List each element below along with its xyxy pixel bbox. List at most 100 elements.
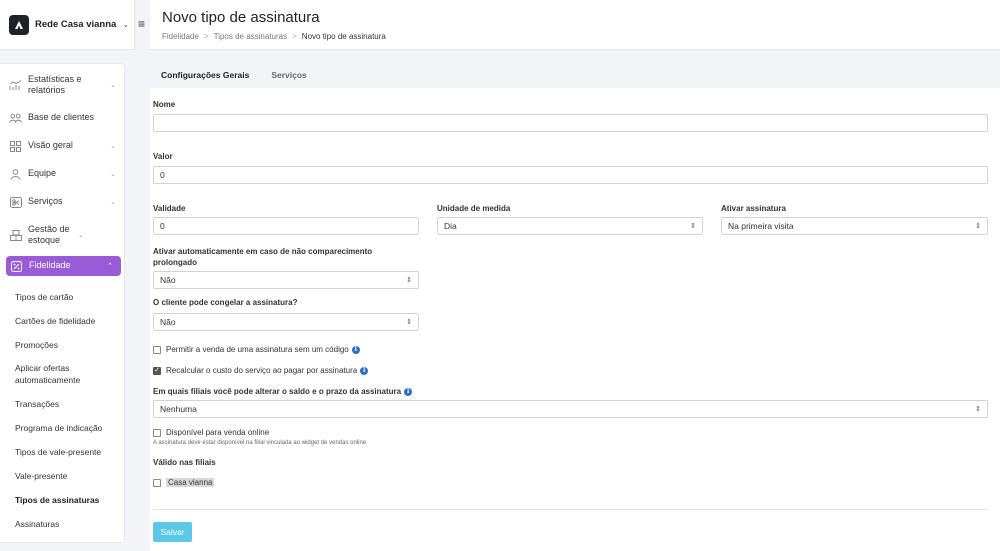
brand-logo-icon [9,14,29,35]
select-arrows-icon: ⇕ [406,319,412,326]
sidebar-item-servicos[interactable]: Serviços ⌄ [0,188,124,216]
info-icon[interactable]: i [360,366,369,375]
info-icon[interactable]: i [404,388,413,397]
sidebar-item-fidelidade[interactable]: Fidelidade ⌃ [6,256,121,276]
freeze-select[interactable]: Não ⇕ [153,313,419,331]
sidebar-subitem-vale-presente[interactable]: Vale-presente [0,464,124,488]
sidebar-subitem-tipos-cartao[interactable]: Tipos de cartão [0,285,124,309]
recalc-row: ✓ Recalcular o custo do serviço ao pagar… [153,366,369,375]
sidebar-item-equipe[interactable]: Equipe ⌄ [0,160,124,188]
sidebar-subitem-transacoes[interactable]: Transações [0,392,124,416]
sidebar-subitem-tipos-assinaturas[interactable]: Tipos de assinaturas [0,488,124,512]
save-button[interactable]: Salvar [153,522,192,542]
activate-label: Ativar assinatura [721,204,786,213]
online-row: Disponível para venda online [153,428,269,437]
form-panel: Nome Valor 0 Validade 0 Unidade de medid… [150,88,1000,551]
sidebar-subitem-tipos-vale-presente[interactable]: Tipos de vale-presente [0,440,124,464]
unit-select[interactable]: Dia ⇕ [437,217,703,235]
sidebar-item-label: Serviços [28,196,63,207]
value-label: Valor [153,152,173,161]
brand-name: Rede Casa vianna [35,19,117,30]
divider [153,509,988,510]
chevron-up-icon: ⌃ [107,263,113,270]
activate-select[interactable]: Na primeira visita ⇕ [721,217,988,235]
activate-select-value: Na primeira visita [728,221,794,231]
page-title: Novo tipo de assinatura [162,9,320,26]
sidebar-item-base-clientes[interactable]: Base de clientes [0,104,124,132]
select-arrows-icon: ⇕ [406,277,412,284]
auto-activate-select[interactable]: Não ⇕ [153,271,419,289]
allow-sale-row: Permitir a venda de uma assinatura sem u… [153,345,360,354]
allow-sale-label: Permitir a venda de uma assinatura sem u… [166,345,349,354]
sidebar-subitem-promocoes[interactable]: Promoções [0,333,124,357]
sidebar-subitem-cartoes-fidelidade[interactable]: Cartões de fidelidade [0,309,124,333]
branch-row: Casa vianna [153,478,215,487]
branches-select[interactable]: Nenhuma ⇕ [153,400,988,418]
brand-switcher[interactable]: Rede Casa vianna ⌄ [0,0,135,50]
name-input[interactable] [153,114,988,132]
auto-activate-select-value: Não [160,275,176,285]
branches-label-row: Em quais filiais você pode alterar o sal… [153,387,413,398]
unit-label: Unidade de medida [437,204,511,213]
sidebar: Estatísticas e relatórios ⌄ Base de clie… [0,63,125,543]
unit-select-value: Dia [444,221,457,231]
freeze-select-value: Não [160,317,176,327]
sidebar-item-visao-geral[interactable]: Visão geral ⌄ [0,132,124,160]
breadcrumb-separator-icon: > [292,32,297,41]
breadcrumb-link-fidelidade[interactable]: Fidelidade [162,32,199,41]
online-hint: A assinatura deve estar disponível na fi… [153,440,367,446]
scissors-icon [9,196,22,209]
sidebar-subitem-programa-indicacao[interactable]: Programa de indicação [0,416,124,440]
allow-sale-checkbox[interactable] [153,345,161,354]
person-icon [9,168,22,181]
sidebar-item-label: Gestão de estoque [28,223,70,245]
value-input[interactable]: 0 [153,166,988,184]
chevron-down-icon: ⌄ [122,20,130,29]
select-arrows-icon: ⇕ [975,406,981,413]
grid-icon [9,140,22,153]
online-label: Disponível para venda online [166,428,270,437]
online-checkbox[interactable] [153,428,161,437]
sidebar-item-label: Base de clientes [28,112,95,123]
name-label: Nome [153,100,176,109]
chevron-down-icon: ⌄ [110,143,116,150]
recalc-checkbox[interactable]: ✓ [153,366,161,375]
chevron-down-icon: ⌄ [110,171,116,178]
breadcrumb-separator-icon: > [203,32,209,41]
recalc-label: Recalcular o custo do serviço ao pagar p… [166,366,358,375]
chart-line-icon [9,79,22,92]
valid-branches-label: Válido nas filiais [153,458,216,467]
breadcrumb: Fidelidade > Tipos de assinaturas > Novo… [162,32,1000,41]
info-icon[interactable]: i [351,345,360,354]
sidebar-subitem-aplicar-ofertas[interactable]: Aplicar ofertas automaticamente [0,357,124,392]
breadcrumb-current: Novo tipo de assinatura [301,32,386,41]
sidebar-item-estatisticas[interactable]: Estatísticas e relatórios ⌄ [0,66,124,104]
sidebar-item-label: Equipe [28,168,57,179]
page-header: Novo tipo de assinatura Fidelidade > Tip… [150,0,1000,50]
sidebar-subitem-assinaturas[interactable]: Assinaturas [0,512,124,536]
hamburger-menu-icon[interactable]: ≡ [138,17,145,31]
validity-input[interactable]: 0 [153,217,419,235]
select-arrows-icon: ⇕ [975,223,981,230]
chevron-down-icon: ⌄ [110,82,116,89]
tab-servicos[interactable]: Serviços [260,63,317,87]
branch-checkbox[interactable] [153,478,161,487]
users-icon [9,112,22,125]
value-input-text: 0 [160,170,165,180]
sidebar-item-gestao-estoque[interactable]: Gestão de estoque ⌄ [0,216,124,254]
chevron-down-icon: ⌄ [110,199,116,206]
auto-activate-label: Ativar automaticamente em caso de não co… [153,247,373,267]
validity-input-text: 0 [160,221,165,231]
breadcrumb-link-tipos[interactable]: Tipos de assinaturas [214,32,288,41]
tab-configuracoes-gerais[interactable]: Configurações Gerais [150,63,260,87]
sidebar-item-label: Fidelidade [29,260,71,271]
freeze-label: O cliente pode congelar a assinatura? [153,298,298,307]
branch-name: Casa vianna [166,478,215,487]
percent-icon [10,260,23,273]
select-arrows-icon: ⇕ [690,223,696,230]
branches-label: Em quais filiais você pode alterar o sal… [153,387,402,396]
validity-label: Validade [153,204,186,213]
chevron-down-icon: ⌄ [78,232,84,239]
branches-select-value: Nenhuma [160,404,197,414]
boxes-icon [9,229,22,242]
